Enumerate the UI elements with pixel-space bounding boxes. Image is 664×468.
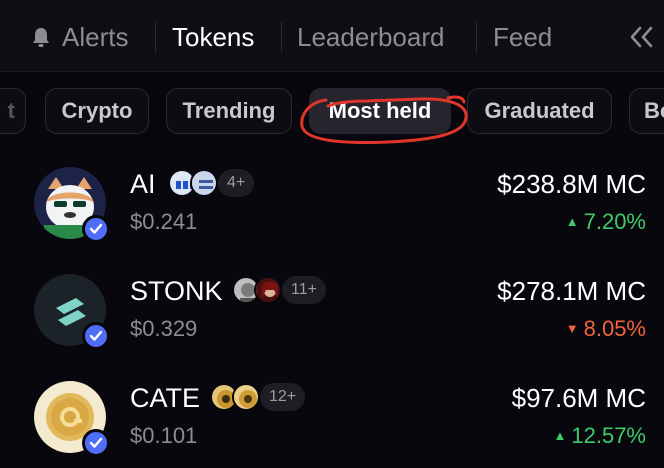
chip-crypto[interactable]: Crypto [45, 88, 149, 134]
arrow-down-icon: ▼ [565, 321, 579, 336]
holder-count-badge: 4+ [218, 169, 255, 197]
token-row[interactable]: STONK 11+ $0.329 $278.1M MC ▼ 8.05% [0, 274, 664, 380]
holder-avatar [190, 169, 218, 197]
holder-count-badge: 11+ [282, 276, 326, 304]
chip-most-held[interactable]: Most held [309, 88, 451, 134]
token-change-value: 7.20% [583, 209, 646, 234]
token-price: $0.329 [130, 316, 198, 341]
double-chevron-left-icon[interactable] [624, 22, 658, 52]
token-name: AI [130, 169, 156, 199]
tab-feed[interactable]: Feed [493, 20, 552, 54]
verified-badge-icon [82, 322, 110, 350]
token-price: $0.241 [130, 209, 198, 234]
top-nav: Alerts Tokens Leaderboard Feed [0, 0, 664, 72]
verified-badge-icon [82, 215, 110, 243]
token-name: STONK [130, 276, 223, 306]
holder-avatar [232, 383, 260, 411]
holder-count-badge: 12+ [260, 383, 306, 411]
token-change: ▼ 8.05% [566, 316, 646, 342]
token-row[interactable]: CATE 12+ $0.101 $97.6M MC ▲ 12.57% [0, 381, 664, 468]
chip-trending[interactable]: Trending [166, 88, 292, 134]
token-change-value: 12.57% [571, 423, 646, 448]
holder-avatar [254, 276, 282, 304]
arrow-up-icon: ▲ [553, 428, 567, 443]
tokens-screen: Alerts Tokens Leaderboard Feed t Crypto … [0, 0, 664, 468]
token-price: $0.101 [130, 423, 198, 448]
chip-graduated[interactable]: Graduated [467, 88, 612, 134]
tab-alerts[interactable]: Alerts [62, 20, 128, 54]
arrow-up-icon: ▲ [565, 214, 579, 229]
chip-partial-left[interactable]: t [0, 88, 26, 134]
token-change: ▲ 7.20% [566, 209, 646, 235]
chip-partial-right[interactable]: Bo [629, 88, 664, 134]
verified-badge-icon [82, 429, 110, 457]
token-market-cap: $97.6M MC [511, 383, 646, 413]
token-market-cap: $278.1M MC [497, 276, 646, 306]
nav-divider [155, 22, 156, 52]
nav-divider [281, 22, 282, 52]
nav-divider [476, 22, 477, 52]
token-change-value: 8.05% [583, 316, 646, 341]
filter-chip-bar: t Crypto Trending Most held Graduated Bo [0, 88, 664, 136]
token-market-cap: $238.8M MC [497, 169, 646, 199]
token-name: CATE [130, 383, 201, 413]
token-row[interactable]: AI 4+ $0.241 $238.8M MC ▲ 7.20% [0, 167, 664, 273]
tab-leaderboard[interactable]: Leaderboard [297, 20, 444, 54]
tab-tokens[interactable]: Tokens [172, 20, 254, 54]
bell-icon [33, 28, 49, 47]
token-change: ▲ 12.57% [554, 423, 647, 449]
